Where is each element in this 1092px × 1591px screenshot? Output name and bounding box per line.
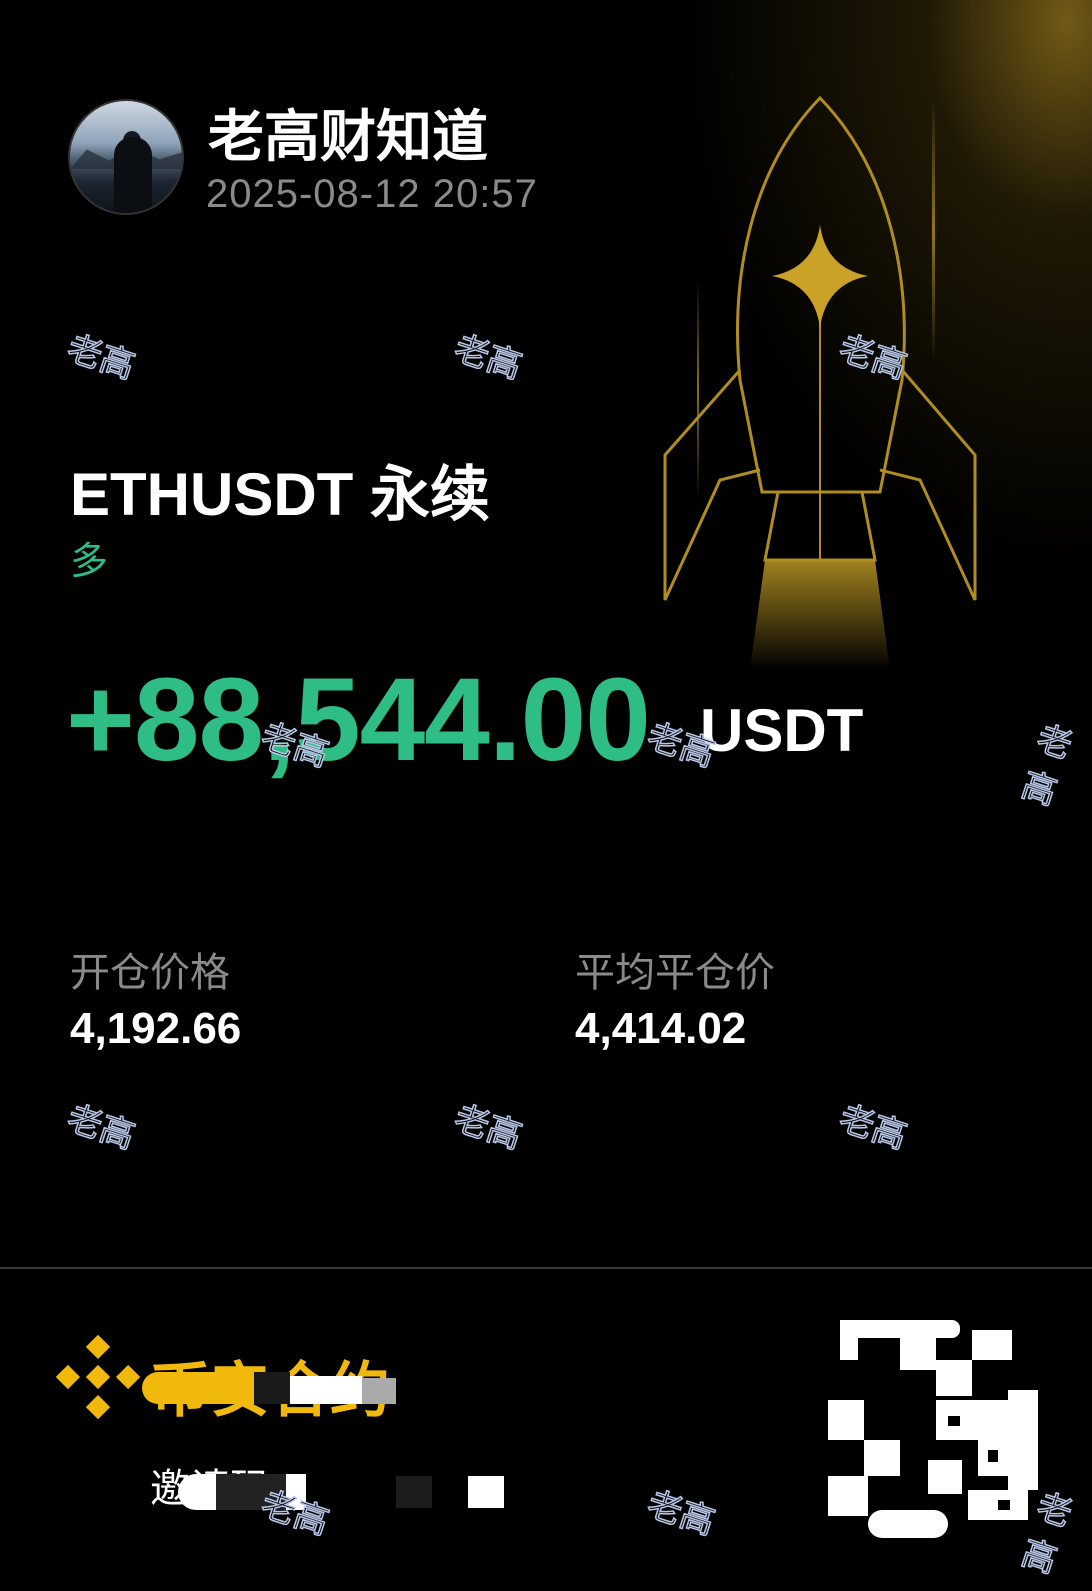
username: 老高财知道 <box>208 105 488 168</box>
divider <box>0 1267 1092 1269</box>
trading-pair: ETHUSDT 永续 <box>70 461 490 528</box>
brand-redaction <box>290 1376 362 1404</box>
binance-logo-icon <box>55 1334 141 1420</box>
invite-redaction <box>396 1476 432 1508</box>
pnl-unit: USDT <box>700 697 864 764</box>
brand-redaction <box>254 1372 290 1404</box>
close-price-value: 4,414.02 <box>575 1004 747 1053</box>
position-side: 多 <box>70 541 109 583</box>
watermark: 老高 <box>62 1098 141 1159</box>
qr-code-icon[interactable] <box>828 1320 1038 1538</box>
watermark: 老高 <box>834 1098 913 1159</box>
close-price-label: 平均平仓价 <box>575 951 775 995</box>
watermark: 老高 <box>62 328 141 389</box>
invite-redaction <box>178 1474 218 1510</box>
brand-redaction <box>362 1378 396 1404</box>
watermark: 老高 <box>449 328 528 389</box>
rocket-icon <box>663 95 977 670</box>
watermark: 老高 <box>642 1484 721 1545</box>
brand-redaction <box>142 1372 254 1404</box>
watermark: 老高 <box>256 1484 335 1545</box>
timestamp: 2025-08-12 20:57 <box>206 172 538 216</box>
avatar-person <box>114 137 152 213</box>
watermark: 老高 <box>1016 718 1077 815</box>
invite-redaction <box>468 1476 504 1508</box>
avatar[interactable] <box>68 99 184 215</box>
entry-price-value: 4,192.66 <box>70 1004 242 1053</box>
watermark: 老高 <box>449 1098 528 1159</box>
entry-price-label: 开仓价格 <box>70 951 230 995</box>
pnl-amount: +88,544.00 <box>66 654 651 786</box>
